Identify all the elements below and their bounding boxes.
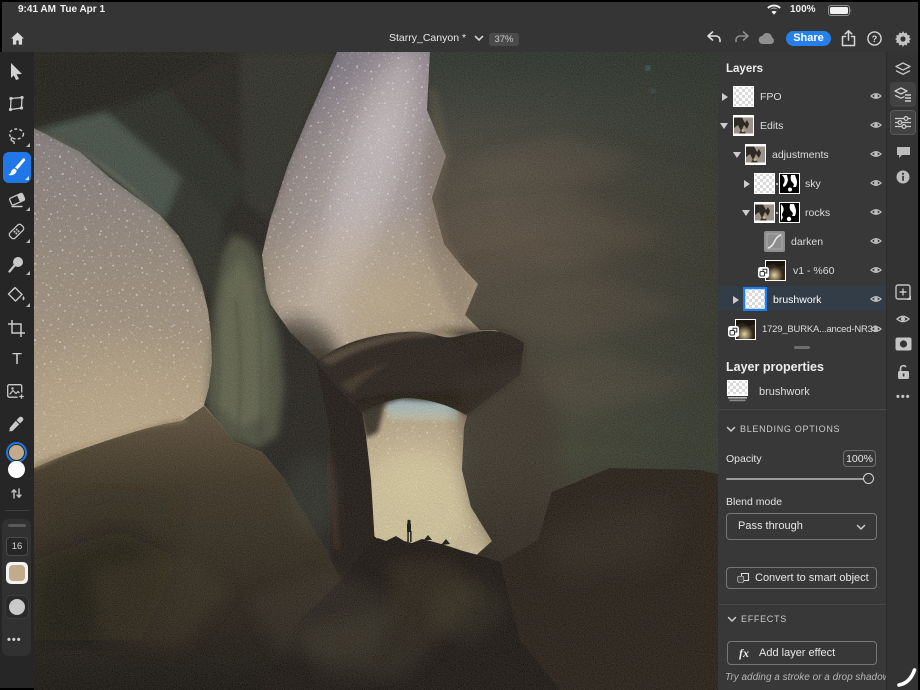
- svg-text:?: ?: [872, 34, 878, 44]
